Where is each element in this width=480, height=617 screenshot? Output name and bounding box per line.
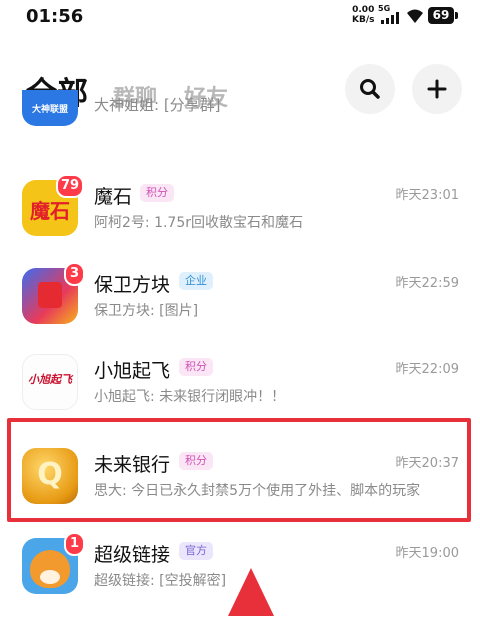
conversation-name: 魔石 [94,186,133,208]
battery-tip [455,12,458,19]
message-preview: 超级链接: [空投解密] [94,573,227,589]
message-preview: 保卫方块: [图片] [94,303,199,319]
conversation-name: 超级链接 [94,544,171,566]
message-preview: 大神姐姐: [分享群] [94,96,221,114]
tiger-muzzle [40,570,60,584]
message-preview: 小旭起飞: 未来银行闭眼冲！！ [94,389,286,405]
avatar: 大神联盟 [22,90,78,126]
avatar: 小旭起飞 [22,354,78,410]
conversation-name: 小旭起飞 [94,360,171,382]
unread-badge: 79 [56,174,84,198]
timestamp: 昨天22:09 [395,362,459,377]
official-tag: 官方 [179,542,213,560]
score-tag: 积分 [140,184,174,202]
wifi-icon [407,9,423,23]
net-speed: 0.00 KB/s [352,5,374,25]
score-tag: 积分 [179,358,213,376]
avatar-figure [38,282,62,308]
conversation-name: 保卫方块 [94,274,171,296]
list-item[interactable]: 大神联盟 大神姐姐: [分享群] [0,90,480,178]
net-speed-unit: KB/s [352,15,375,25]
status-time: 01:56 [26,6,84,27]
up-arrow-icon [228,568,274,616]
message-preview: 阿柯2号: 1.75r回收散宝石和魔石 [94,215,304,231]
list-item[interactable]: 魔石 79 魔石 积分 昨天23:01 阿柯2号: 1.75r回收散宝石和魔石 [0,170,480,258]
signal-icon [381,12,399,24]
list-item[interactable]: 3 保卫方块 企业 昨天22:59 保卫方块: [图片] [0,258,480,346]
highlight-box [7,418,471,522]
status-bar: 01:56 0.00 KB/s 5G 69 [0,0,480,34]
avatar-text: 小旭起飞 [28,373,72,386]
unread-badge: 3 [64,262,85,286]
avatar-text: 大神联盟 [31,105,68,115]
avatar-text: 魔石 [30,199,70,223]
timestamp: 昨天19:00 [395,546,459,561]
enterprise-tag: 企业 [179,272,213,290]
battery-icon: 69 [428,7,454,24]
timestamp: 昨天22:59 [395,276,459,291]
net-speed-value: 0.00 [352,5,375,15]
unread-badge: 1 [64,532,85,556]
timestamp: 昨天23:01 [395,188,459,203]
